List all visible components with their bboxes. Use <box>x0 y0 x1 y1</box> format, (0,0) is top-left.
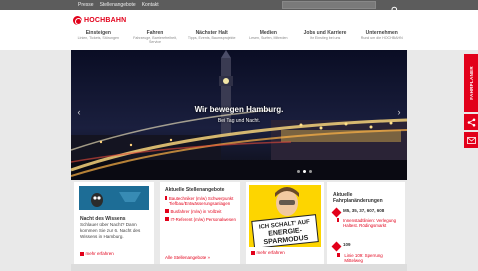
hero-subtitle: Bei Tag und Nacht. <box>217 118 261 124</box>
line-numbers: M5, 35, 37, 607, 608 <box>343 208 385 213</box>
hero-title: Wir bewegen Hamburg. <box>194 105 284 114</box>
more-link-label: mehr erfahren <box>256 250 285 255</box>
site-header: HOCHBAHN Einsteigen Linien, Tickets, Stö… <box>0 10 478 50</box>
search-button[interactable] <box>390 1 400 14</box>
more-link[interactable]: mehr erfahren <box>251 250 285 255</box>
line-numbers: 109 <box>343 242 351 247</box>
slider-dot[interactable] <box>309 170 312 173</box>
card-heading: Aktuelle Fahrplanänderungen <box>333 192 383 204</box>
promo-image: ICH SCHALT' AUF ENERGIE- SPARMODUS <box>249 185 321 247</box>
hochbahn-logo-icon <box>73 16 82 25</box>
arrow-icon <box>80 252 84 256</box>
slider-dots <box>297 170 312 173</box>
hero-image <box>71 50 407 180</box>
mail-button[interactable] <box>464 132 478 148</box>
arrow-icon <box>165 196 167 200</box>
nav-subtitle: Ihr Einstieg bei uns <box>309 36 341 40</box>
mail-icon <box>466 136 476 144</box>
change-info[interactable]: Linie 109: Sperrung Mittelweg <box>337 253 401 263</box>
more-link-label: mehr erfahren <box>85 251 114 256</box>
nav-item-unternehmen[interactable]: Unternehmen Rund um die HOCHBAHN <box>353 30 410 44</box>
card-energie-promo: ICH SCHALT' AUF ENERGIE- SPARMODUS mehr … <box>246 182 324 271</box>
bus-icon <box>331 241 342 252</box>
owl-image <box>79 186 149 210</box>
nav-item-jobs[interactable]: Jobs und Karriere Ihr Einstieg bei uns <box>297 30 354 44</box>
nav-item-fahren[interactable]: Fahren Fahrzeuge, Barrierefreiheit, Serv… <box>127 30 184 44</box>
slider-dot-active[interactable] <box>303 170 306 173</box>
job-item[interactable]: Busfahrer (m/w) in Vollzeit <box>165 209 237 214</box>
card-nacht-des-wissens: Nacht des Wissens Schlauer über Nacht? D… <box>74 182 154 271</box>
hero-prev-button[interactable]: ‹ <box>73 104 85 120</box>
hero-next-button[interactable]: › <box>393 104 405 120</box>
job-item[interactable]: Bautechniker (m/w) Schwerpunkt Tiefbau/E… <box>165 196 237 206</box>
link-kontakt[interactable]: Kontakt <box>142 1 159 9</box>
nav-item-medien[interactable]: Medien Lesen, Surfen, Mitreden <box>240 30 297 44</box>
arrow-icon <box>165 209 169 213</box>
more-link[interactable]: mehr erfahren <box>80 251 114 256</box>
arrow-icon <box>337 218 340 222</box>
line-group[interactable]: 109 <box>331 241 351 252</box>
logo-text: HOCHBAHN <box>84 17 127 24</box>
main-nav: Einsteigen Linien, Tickets, Störungen Fa… <box>70 30 410 44</box>
change-text: Linie 109: Sperrung Mittelweg <box>344 253 383 263</box>
nav-item-naechster-halt[interactable]: Nächster Halt Tipps, Events, Baumsprojek… <box>183 30 240 44</box>
utility-links: Presse Stellenangebote Kontakt <box>78 1 159 9</box>
link-stellenangebote[interactable]: Stellenangebote <box>100 1 136 9</box>
arrow-icon <box>165 217 169 221</box>
card-stellenangebote: Aktuelle Stellenangebote Bautechniker (m… <box>160 182 240 271</box>
search-box <box>282 1 376 17</box>
share-button[interactable] <box>464 114 478 130</box>
all-jobs-link[interactable]: Alle Stellenangebote » <box>165 255 210 260</box>
nav-subtitle: Lesen, Surfen, Mitreden <box>249 36 288 40</box>
card-text: Schlauer über Nacht? Dann kommen Sie zur… <box>80 222 141 239</box>
nav-subtitle: Rund um die HOCHBAHN <box>360 36 403 40</box>
slider-dot[interactable] <box>297 170 300 173</box>
card-fahrplanaenderungen: Aktuelle Fahrplanänderungen M5, 35, 37, … <box>327 182 405 271</box>
job-item[interactable]: IT-Referent (m/w) Personalwesen <box>165 217 237 222</box>
fahrplaner-tab[interactable]: FAHRPLANER <box>464 54 478 112</box>
job-title: Busfahrer (m/w) in Vollzeit <box>170 209 222 214</box>
link-presse[interactable]: Presse <box>78 1 94 9</box>
job-title: IT-Referent (m/w) Personalwesen <box>170 217 236 222</box>
arrow-icon <box>337 253 341 257</box>
bus-icon <box>331 207 342 218</box>
logo[interactable]: HOCHBAHN <box>73 16 126 25</box>
next-row-strip <box>71 264 407 271</box>
change-info[interactable]: Innenstadtlinien: Verlegung Haltest. Röd… <box>337 218 401 228</box>
utility-bar: Presse Stellenangebote Kontakt <box>0 0 478 17</box>
nav-item-einsteigen[interactable]: Einsteigen Linien, Tickets, Störungen <box>70 30 127 44</box>
arrow-icon <box>251 251 255 255</box>
nav-subtitle: Fahrzeuge, Barrierefreiheit, Service <box>133 36 177 44</box>
line-group[interactable]: M5, 35, 37, 607, 608 <box>331 207 385 218</box>
nav-subtitle: Tipps, Events, Baumsprojekte <box>187 36 236 40</box>
fahrplaner-label: FAHRPLANER <box>468 66 474 100</box>
change-text: Innenstadtlinien: Verlegung Haltest. Röd… <box>343 218 397 228</box>
job-list: Bautechniker (m/w) Schwerpunkt Tiefbau/E… <box>165 196 237 225</box>
hero-slider: Wir bewegen Hamburg. Bei Tag und Nacht. … <box>71 50 407 180</box>
share-icon <box>467 118 475 126</box>
job-title: Bautechniker (m/w) Schwerpunkt Tiefbau/E… <box>168 196 234 206</box>
card-heading: Aktuelle Stellenangebote <box>165 187 225 193</box>
nav-subtitle: Linien, Tickets, Störungen <box>77 36 120 40</box>
